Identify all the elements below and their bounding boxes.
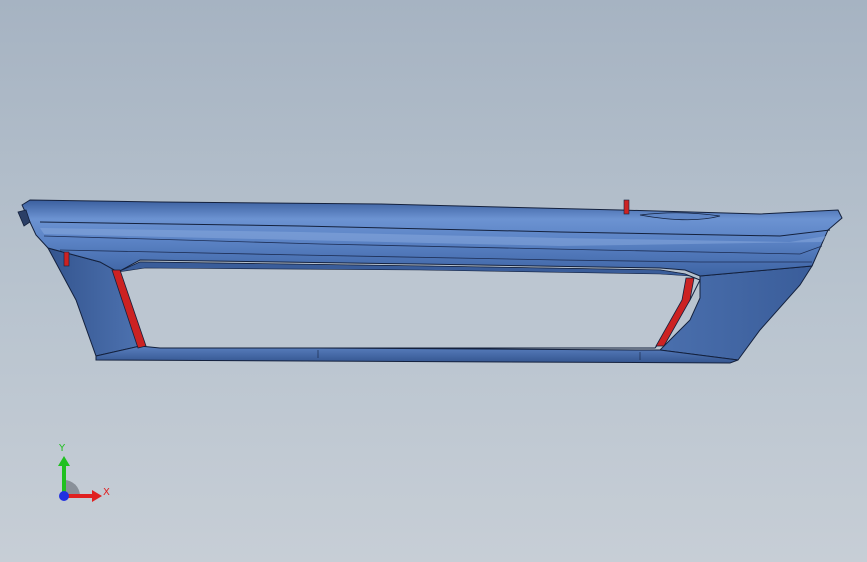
reference-triad: X Y bbox=[48, 440, 118, 510]
bumper-model[interactable] bbox=[0, 0, 867, 562]
x-axis-label: X bbox=[103, 487, 110, 498]
bumper-bottom-lip bbox=[95, 345, 739, 364]
z-axis-dot bbox=[59, 491, 69, 501]
y-axis-label: Y bbox=[59, 443, 66, 454]
x-axis-head bbox=[92, 490, 102, 502]
graphics-viewport[interactable]: X Y bbox=[0, 0, 867, 562]
y-axis-head bbox=[58, 456, 70, 466]
bumper-opening bbox=[117, 261, 701, 349]
accent-pin-left bbox=[63, 251, 70, 267]
accent-pin-right bbox=[623, 199, 630, 215]
